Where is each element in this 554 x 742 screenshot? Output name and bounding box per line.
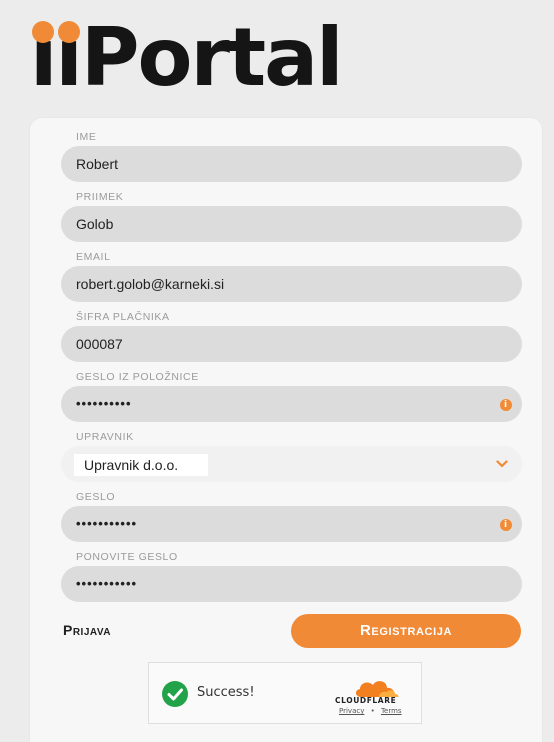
ime-input[interactable]: Robert bbox=[61, 146, 522, 182]
info-icon[interactable]: i bbox=[500, 399, 512, 411]
field-priimek: Priimek Golob bbox=[61, 188, 522, 242]
geslo-value: ••••••••••• bbox=[76, 516, 138, 531]
ime-value: Robert bbox=[76, 156, 119, 172]
privacy-link[interactable]: Privacy bbox=[339, 707, 364, 715]
field-ponovite-geslo: Ponovite geslo ••••••••••• bbox=[61, 548, 522, 602]
field-upravnik: Upravnik Upravnik d.o.o. bbox=[61, 428, 522, 482]
link-separator: • bbox=[370, 707, 375, 715]
field-sifra-placnika: Šifra plačnika 000087 bbox=[61, 308, 522, 362]
priimek-input[interactable]: Golob bbox=[61, 206, 522, 242]
ponovite-geslo-value: ••••••••••• bbox=[76, 576, 138, 591]
captcha-status: Success! bbox=[197, 685, 255, 700]
email-label: Email bbox=[76, 251, 111, 263]
info-icon[interactable]: i bbox=[500, 519, 512, 531]
register-button[interactable]: Registracija bbox=[291, 614, 521, 648]
field-geslo: Geslo ••••••••••• i bbox=[61, 488, 522, 542]
upravnik-label: Upravnik bbox=[76, 431, 134, 443]
sifra-placnika-value: 000087 bbox=[76, 336, 123, 352]
registration-card: Ime Robert Priimek Golob Email robert.go… bbox=[30, 118, 542, 742]
field-ime: Ime Robert bbox=[61, 128, 522, 182]
geslo-input[interactable]: ••••••••••• i bbox=[61, 506, 522, 542]
captcha-widget: Success! CLOUDFLARE Privacy • Terms bbox=[148, 662, 422, 724]
logo-dot bbox=[32, 21, 54, 43]
captcha-links: Privacy • Terms bbox=[339, 707, 402, 715]
geslo-label: Geslo bbox=[76, 491, 116, 503]
email-input[interactable]: robert.golob@karneki.si bbox=[61, 266, 522, 302]
geslo-iz-polozince-input[interactable]: •••••••••• i bbox=[61, 386, 522, 422]
login-link[interactable]: Prijava bbox=[63, 622, 111, 638]
ponovite-geslo-label: Ponovite geslo bbox=[76, 551, 178, 563]
geslo-iz-polozince-value: •••••••••• bbox=[76, 396, 132, 411]
priimek-value: Golob bbox=[76, 216, 114, 232]
check-icon bbox=[162, 681, 188, 707]
email-value: robert.golob@karneki.si bbox=[76, 276, 225, 292]
sifra-placnika-label: Šifra plačnika bbox=[76, 311, 170, 323]
chevron-down-icon bbox=[496, 460, 508, 468]
priimek-label: Priimek bbox=[76, 191, 124, 203]
field-email: Email robert.golob@karneki.si bbox=[61, 248, 522, 302]
ponovite-geslo-input[interactable]: ••••••••••• bbox=[61, 566, 522, 602]
terms-link[interactable]: Terms bbox=[381, 707, 402, 715]
geslo-iz-polozince-label: Geslo iz položnice bbox=[76, 371, 199, 383]
logo-dot bbox=[58, 21, 80, 43]
upravnik-select[interactable]: Upravnik d.o.o. bbox=[61, 446, 522, 482]
field-geslo-iz-polozince: Geslo iz položnice •••••••••• i bbox=[61, 368, 522, 422]
upravnik-value: Upravnik d.o.o. bbox=[74, 454, 209, 477]
iiportal-logo: iiPortal bbox=[30, 18, 370, 98]
ime-label: Ime bbox=[76, 131, 97, 143]
sifra-placnika-input[interactable]: 000087 bbox=[61, 326, 522, 362]
cloudflare-wordmark: CLOUDFLARE bbox=[335, 696, 397, 705]
